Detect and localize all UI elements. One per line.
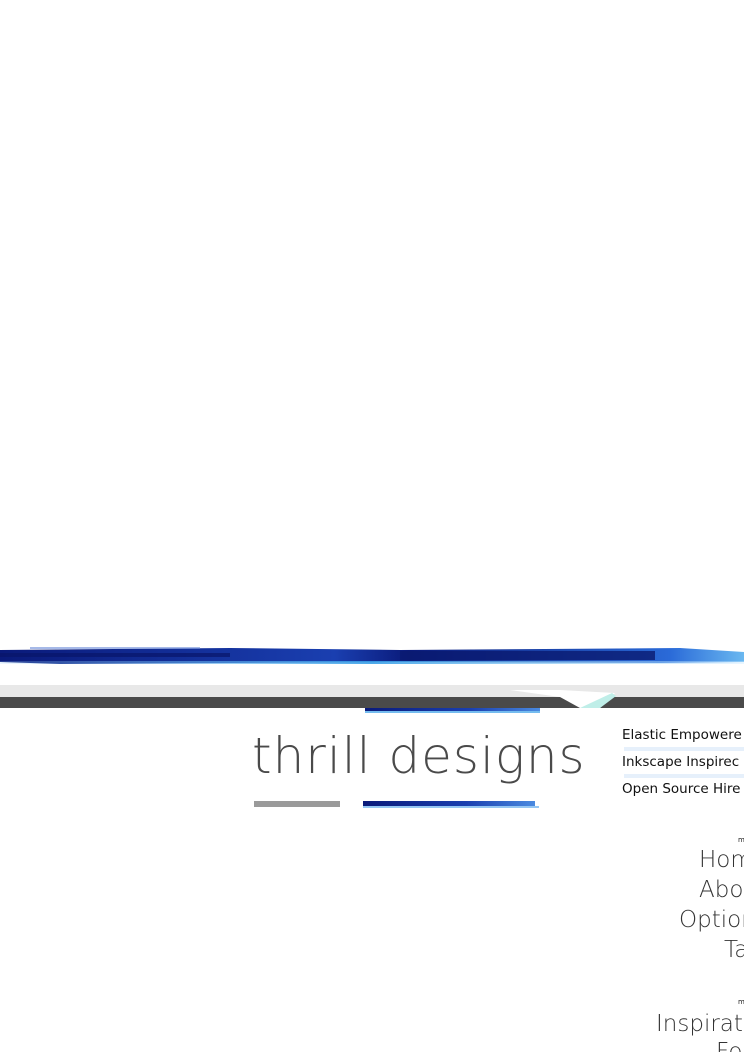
nav-item-extra[interactable]: Fo <box>716 1038 742 1052</box>
tagline-item: Open Source Hire <box>622 781 741 797</box>
page: thrill designs Elastic Empowere Inkscape… <box>0 0 744 1052</box>
nav-item-inspiration[interactable]: Inspiratic <box>656 1010 744 1038</box>
title-underline <box>254 801 539 808</box>
header-accent-bar <box>365 708 540 713</box>
tagline-item: Elastic Empowere <box>622 727 742 743</box>
nav-item-home[interactable]: Hom <box>699 846 744 874</box>
menu-section-heading: m <box>738 998 744 1006</box>
nav-item-tab[interactable]: Ta <box>724 936 744 964</box>
nav-item-options[interactable]: Optior <box>679 906 744 934</box>
tagline-item: Inkscape Inspirec <box>622 754 740 770</box>
decorative-banner <box>0 647 744 808</box>
grey-bar <box>0 685 744 708</box>
nav-item-about[interactable]: Abo <box>699 876 743 904</box>
blue-stripe <box>0 647 744 664</box>
brand-title: thrill designs <box>252 727 586 785</box>
menu-section-heading: m <box>738 836 744 844</box>
tagline-list: Elastic Empowere Inkscape Inspirec Open … <box>622 724 744 805</box>
